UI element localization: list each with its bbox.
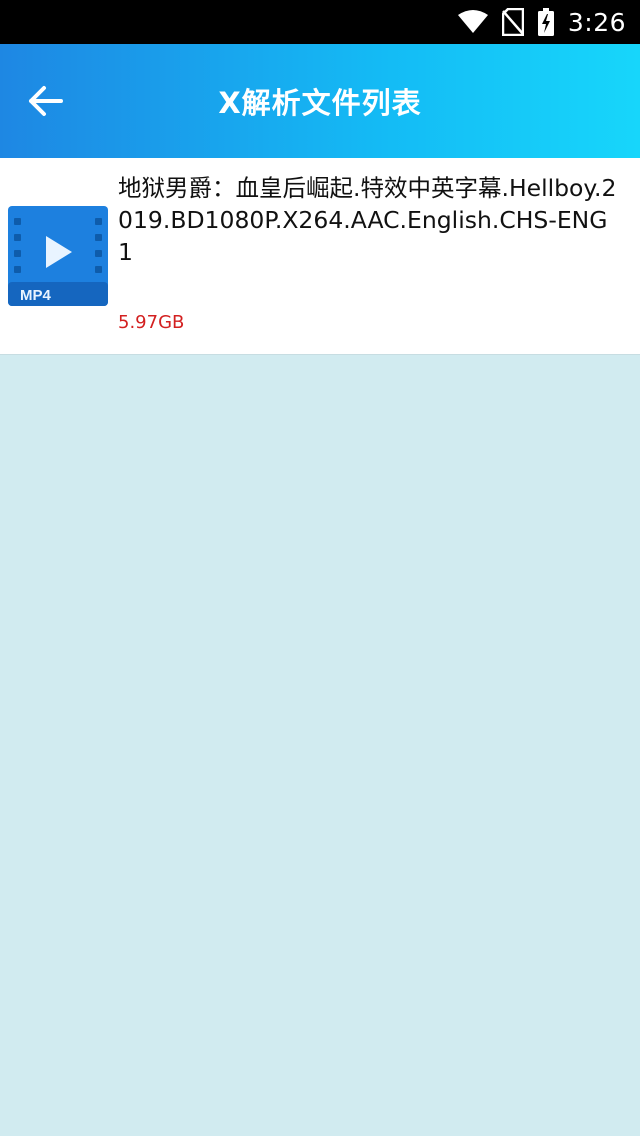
status-time: 3:26: [567, 7, 626, 37]
file-type-badge: MP4: [20, 287, 52, 304]
file-size: 5.97GB: [118, 312, 185, 333]
back-button[interactable]: [16, 72, 74, 130]
status-icons: 3:26: [457, 0, 626, 44]
app-bar: X解析文件列表: [0, 44, 640, 158]
battery-charging-icon: [537, 8, 554, 36]
file-name: 地狱男爵：血皇后崛起.特效中英字幕.Hellboy.2019.BD1080P.X…: [118, 174, 617, 266]
file-list: MP4 地狱男爵：血皇后崛起.特效中英字幕.Hellboy.2019.BD108…: [0, 158, 640, 355]
file-text: 地狱男爵：血皇后崛起.特效中英字幕.Hellboy.2019.BD1080P.X…: [118, 172, 618, 333]
arrow-left-icon: [29, 86, 63, 116]
wifi-icon: [457, 10, 488, 33]
status-bar: 3:26: [0, 0, 640, 44]
no-sim-icon: [501, 8, 524, 36]
file-list-item[interactable]: MP4 地狱男爵：血皇后崛起.特效中英字幕.Hellboy.2019.BD108…: [0, 158, 640, 355]
video-file-icon: MP4: [8, 206, 108, 306]
page-title: X解析文件列表: [218, 86, 422, 120]
